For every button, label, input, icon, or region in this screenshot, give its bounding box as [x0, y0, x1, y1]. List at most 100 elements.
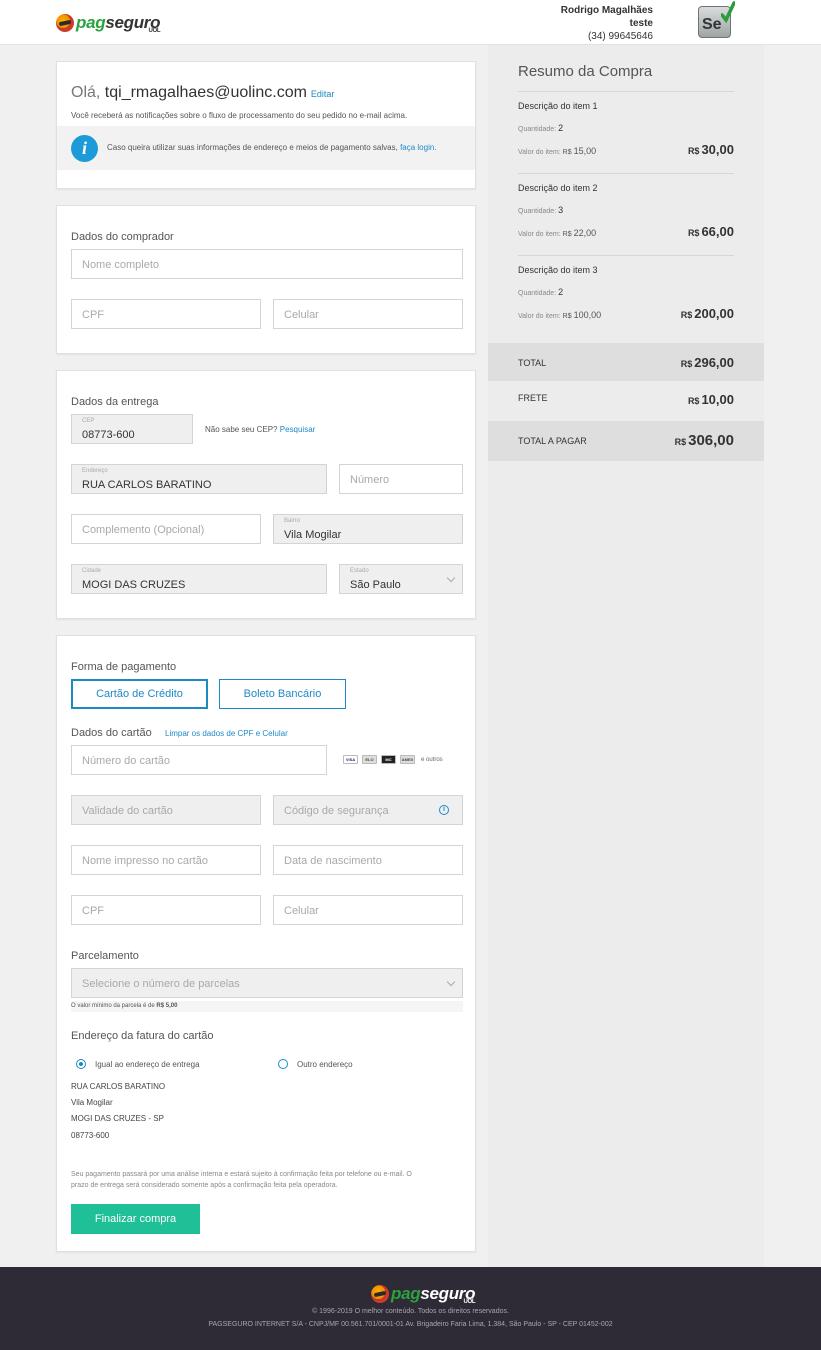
user-phone: (34) 99645646: [587, 31, 653, 42]
top-header: pagseguro UOL Rodrigo Magalhães teste (34…: [0, 0, 821, 45]
chevron-down-icon: [446, 977, 456, 987]
mastercard-icon: MC: [381, 755, 396, 764]
min-installment-note: O valor mínimo da parcela é de R$ 5,00: [71, 1001, 463, 1012]
card-section-title: Dados do cartão: [71, 727, 152, 739]
card-phone-input[interactable]: Celular: [273, 895, 463, 925]
summary-item-qty: Quantidade: 2: [518, 123, 564, 133]
billing-title: Endereço da fatura do cartão: [71, 1030, 214, 1042]
billing-address-line: Vila Mogilar: [71, 1098, 113, 1107]
district-field[interactable]: Bairro Vila Mogilar: [273, 514, 463, 544]
total-label: TOTAL: [518, 358, 547, 368]
greeting: Olá, tqi_rmagalhaes@uolinc.com Editar: [71, 84, 335, 101]
grand-total-value: R$ 306,00: [674, 432, 734, 449]
summary-item-name: Descrição do item 1: [518, 101, 598, 111]
cep-search-link[interactable]: Pesquisar: [280, 425, 316, 434]
billing-address-line: RUA CARLOS BARATINO: [71, 1082, 166, 1091]
pagseguro-logo[interactable]: pagseguro UOL: [56, 13, 161, 34]
billing-same-radio[interactable]: [76, 1059, 86, 1069]
user-name: Rodrigo Magalhães: [560, 5, 653, 16]
summary-title: Resumo da Compra: [518, 63, 653, 80]
summary-item-name: Descrição do item 2: [518, 183, 598, 193]
grand-total-row: TOTAL A PAGAR R$ 306,00: [488, 421, 764, 461]
footer-copyright: © 1996-2019 O melhor conteúdo. Todos os …: [312, 1308, 509, 1315]
number-input[interactable]: Número: [339, 464, 463, 494]
summary-item-unit: Valor do item: R$ 15,00: [518, 146, 597, 156]
city-field[interactable]: Cidade MOGI DAS CRUZES: [71, 564, 327, 594]
card-holder-input[interactable]: Nome impresso no cartão: [71, 845, 261, 875]
greeting-card: Olá, tqi_rmagalhaes@uolinc.com Editar Voc…: [56, 61, 476, 189]
street-field[interactable]: Endereço RUA CARLOS BARATINO: [71, 464, 327, 494]
grand-total-label: TOTAL A PAGAR: [518, 436, 587, 446]
checkmark-icon: [721, 1, 735, 24]
summary-item-name: Descrição do item 3: [518, 265, 598, 275]
cpf-input[interactable]: CPF: [71, 299, 261, 329]
summary-item-total: R$ 66,00: [687, 224, 734, 239]
user-info: Rodrigo Magalhães teste (34) 99645646: [561, 4, 653, 43]
info-icon: i: [71, 135, 98, 162]
summary-item-qty: Quantidade: 3: [518, 205, 564, 215]
cep-help: Não sabe seu CEP? Pesquisar: [205, 425, 316, 434]
card-brand-icon: ELO: [362, 755, 377, 764]
total-row: TOTAL R$ 296,00: [488, 343, 764, 381]
payment-card: Forma de pagamento Cartão de Crédito Bol…: [56, 635, 476, 1252]
logo-wordmark: pagseguro UOL: [391, 1284, 476, 1305]
tab-boleto[interactable]: Boleto Bancário: [219, 679, 346, 709]
chevron-down-icon: [446, 573, 456, 583]
buyer-section-title: Dados do comprador: [71, 231, 174, 243]
login-info-banner: i Caso queira utilizar suas informações …: [57, 126, 475, 170]
expiry-input[interactable]: Validade do cartão: [71, 795, 261, 825]
cvv-info-icon[interactable]: i: [439, 805, 449, 815]
billing-other-radio[interactable]: [278, 1059, 288, 1069]
visa-icon: VISA: [343, 755, 358, 764]
divider: [518, 173, 734, 174]
login-info-text: Caso queira utilizar suas informações de…: [107, 143, 437, 152]
pagseguro-ball-icon: [371, 1285, 389, 1303]
payment-section-title: Forma de pagamento: [71, 661, 177, 673]
billing-address-line: MOGI DAS CRUZES - SP: [71, 1114, 164, 1123]
billing-other-label[interactable]: Outro endereço: [297, 1060, 353, 1069]
summary-item-total: R$ 200,00: [680, 306, 734, 321]
footer-pagseguro-logo: pagseguro UOL: [371, 1284, 476, 1305]
footer: pagseguro UOL © 1996-2019 O melhor conteú…: [0, 1267, 821, 1350]
birth-date-input[interactable]: Data de nascimento: [273, 845, 463, 875]
user-tag: teste: [629, 18, 653, 29]
logo-wordmark: pagseguro UOL: [76, 13, 161, 34]
shipping-value: R$ 10,00: [687, 392, 734, 407]
notification-notice: Você receberá as notificações sobre o fl…: [71, 111, 408, 120]
cep-field[interactable]: CEP 08773-600: [71, 414, 193, 444]
installments-select[interactable]: Selecione o número de parcelas: [71, 968, 463, 998]
divider: [518, 255, 734, 256]
summary-item-qty: Quantidade: 2: [518, 287, 564, 297]
state-select[interactable]: Estado São Paulo: [339, 564, 463, 594]
delivery-section-title: Dados da entrega: [71, 396, 159, 408]
edit-email-link[interactable]: Editar: [311, 89, 335, 99]
tab-credit-card[interactable]: Cartão de Crédito: [71, 679, 208, 709]
divider: [518, 91, 734, 92]
card-brands: VISA ELO MC AMEX e outros: [343, 755, 443, 764]
shipping-label: FRETE: [518, 393, 548, 403]
selenium-icon: Se: [698, 1, 735, 38]
more-brands: e outros: [421, 756, 443, 763]
card-number-input[interactable]: Número do cartão: [71, 745, 327, 775]
cvv-input[interactable]: Código de segurança i: [273, 795, 463, 825]
pagseguro-ball-icon: [56, 14, 74, 32]
buyer-card: Dados do comprador Nome completo CPF Cel…: [56, 205, 476, 354]
complement-input[interactable]: Complemento (Opcional): [71, 514, 261, 544]
purchase-summary: Resumo da Compra Descrição do item 1 Qua…: [488, 45, 764, 1267]
footer-legal: PAGSEGURO INTERNET S/A - CNPJ/MF 00.561.…: [208, 1321, 613, 1328]
finalize-purchase-button[interactable]: Finalizar compra: [71, 1204, 200, 1234]
total-value: R$ 296,00: [680, 355, 734, 370]
card-cpf-input[interactable]: CPF: [71, 895, 261, 925]
login-link[interactable]: faça login.: [400, 143, 436, 152]
summary-item-total: R$ 30,00: [687, 142, 734, 157]
delivery-card: Dados da entrega CEP 08773-600 Não sabe s…: [56, 370, 476, 619]
installments-title: Parcelamento: [71, 950, 139, 962]
full-name-input[interactable]: Nome completo: [71, 249, 463, 279]
user-email: tqi_rmagalhaes@uolinc.com: [104, 84, 307, 101]
clear-cpf-phone-link[interactable]: Limpar os dados de CPF e Celular: [165, 729, 288, 738]
billing-address-line: 08773-600: [71, 1131, 110, 1140]
billing-same-label[interactable]: Igual ao endereço de entrega: [95, 1060, 200, 1069]
phone-input[interactable]: Celular: [273, 299, 463, 329]
payment-disclaimer: Seu pagamento passará por uma análise in…: [71, 1171, 412, 1189]
summary-item-unit: Valor do item: R$ 100,00: [518, 310, 602, 320]
